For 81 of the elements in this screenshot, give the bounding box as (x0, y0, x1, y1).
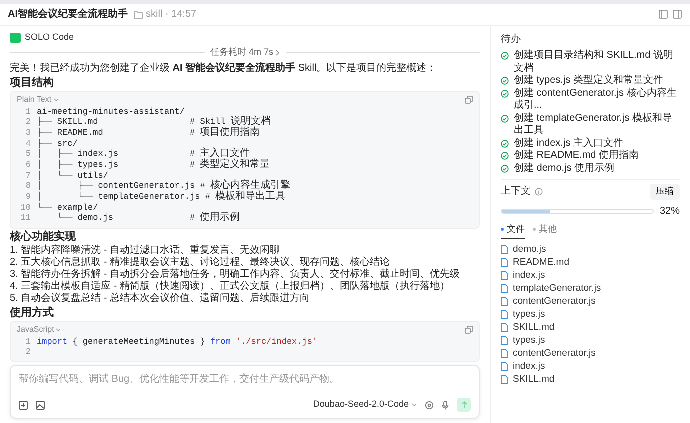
list-item: 5. 自动会议复盘总结 - 总结本次会议价值、遗留问题、后续跟进方向 (10, 292, 312, 304)
todo-item: 创建 demo.js 使用示例 (514, 162, 615, 175)
code-line: │ ├── types.js # 类型定义和常量 (37, 160, 270, 170)
file-name[interactable]: types.js (513, 334, 546, 347)
code-line: └── demo.js # 使用示例 (56, 212, 240, 224)
code-line: │ └── utils/ (37, 170, 108, 180)
send-button[interactable] (457, 398, 471, 412)
model-selector[interactable]: Doubao-Seed-2.0-Code (313, 398, 417, 412)
todo-item: 创建 index.js 主入口文件 (514, 138, 624, 150)
tab[interactable]: 文件 (501, 222, 525, 239)
code-line: ├── src/ (37, 138, 78, 148)
line-number: 10 (20, 202, 31, 212)
code-line: ├── README.md # 项目使用指南 (37, 128, 260, 138)
line-number: 5 (24, 148, 31, 160)
caret-icon (412, 403, 417, 407)
line-number: 11 (20, 212, 31, 224)
panel-title: 上下文 (501, 184, 531, 200)
image-icon[interactable] (36, 400, 45, 410)
caret-icon (54, 98, 59, 102)
file-name[interactable]: templateGenerator.js (513, 282, 602, 295)
caret-icon (56, 328, 62, 332)
agent-name: SOLO Code (25, 30, 74, 44)
line-number: 6 (24, 160, 31, 170)
line-number: 8 (24, 180, 31, 192)
copy-icon[interactable] (465, 326, 473, 334)
line-number: 9 (24, 192, 31, 202)
code-line: │ ├── index.js # 主入口文件 (37, 148, 250, 160)
file-name[interactable]: SKILL.md (513, 373, 555, 386)
file-name[interactable]: index.js (513, 360, 546, 373)
line-number: 1 (24, 336, 31, 346)
line-number: 4 (24, 138, 31, 148)
line-number: 2 (24, 346, 31, 356)
microphone-icon[interactable] (442, 400, 449, 410)
todo-item: 创建 templateGenerator.js 模板和导出工具 (514, 112, 674, 138)
folder-time: skill · 14:57 (146, 8, 197, 22)
info-icon (535, 188, 543, 196)
panel-icon[interactable] (659, 10, 668, 19)
folder-icon (134, 10, 143, 18)
todo-item: 创建 contentGenerator.js 核心内容生成引... (514, 88, 678, 112)
code-line: ├── SKILL.md # Skill 说明文档 (37, 116, 271, 128)
chat-input[interactable]: 帮你编写代码、调试 Bug、优化性能等开发工作，交付生产级代码产物。 Doubao-Seed-2.0-Code (10, 365, 480, 419)
compress-button[interactable]: 压缩 (650, 184, 680, 200)
task-duration[interactable]: 任务耗时 4m 7s (210, 46, 280, 60)
code-line: └── example/ (37, 202, 98, 212)
arrow-up-icon (460, 401, 468, 409)
line-number: 1 (24, 106, 31, 116)
line-number: 7 (24, 170, 31, 180)
list-item: 3. 智能待办任务拆解 - 自动拆分会后落地任务，明确工作内容、负责人、交付标准、截止时间、优先级 (10, 268, 462, 280)
section-heading: 项目结构 (10, 76, 55, 90)
gear-icon[interactable] (425, 400, 434, 410)
file-name[interactable]: SKILL.md (513, 321, 555, 334)
file-name[interactable]: README.md (513, 256, 570, 269)
agent-logo-icon (10, 32, 21, 42)
file-name[interactable]: demo.js (513, 243, 546, 256)
code-line: │ ├── contentGenerator.js # 核心内容生成引擎 (37, 180, 290, 192)
section-heading: 核心功能实现 (10, 230, 77, 244)
window-title: AI智能会议纪要全流程助手 (8, 7, 128, 22)
copy-icon[interactable] (465, 96, 473, 104)
tab[interactable]: 其他 (533, 222, 557, 239)
file-name[interactable]: contentGenerator.js (513, 295, 596, 308)
sidebar-icon[interactable] (673, 10, 682, 19)
code-line: │ └── templateGenerator.js # 模板和导出工具 (37, 192, 286, 202)
code-line: import { generateMeetingMinutes } from './src/index.js' (37, 336, 318, 346)
line-number: 3 (24, 128, 31, 138)
file-name[interactable]: types.js (513, 308, 546, 321)
todo-item: 创建项目目录结构和 SKILL.md 说明文档 (514, 50, 674, 74)
section-heading: 使用方式 (10, 306, 55, 320)
attach-icon[interactable] (19, 400, 28, 410)
todo-item: 创建 README.md 使用指南 (514, 150, 640, 162)
chevron-icon (276, 50, 280, 56)
intro-text: 完美！我已经成功为您创建了企业级 AI 智能会议纪要全流程助手 Skill。以下是项目的完整概述： (10, 62, 438, 74)
list-item: 4. 三套输出模板自适应 - 精简版（快速阅读）、正式公文版（上报归档）、团队落地版（执行落地） (10, 280, 452, 292)
code-line: ai-meeting-minutes-assistant/ (37, 106, 185, 116)
panel-title: 待办 (501, 32, 522, 47)
file-name[interactable]: contentGenerator.js (513, 347, 596, 360)
line-number: 2 (24, 116, 31, 128)
list-item: 1. 智能内容降噪清洗 - 自动过滤口水话、重复发言、无效闲聊 (10, 244, 282, 256)
todo-item: 创建 types.js 类型定义和常量文件 (514, 75, 664, 88)
list-item: 2. 五大核心信息抓取 - 精准提取会议主题、讨论过程、最终决议、现存问题、核心结论 (10, 256, 392, 268)
file-name[interactable]: index.js (513, 269, 546, 282)
progress-reading: 32% (660, 204, 680, 218)
